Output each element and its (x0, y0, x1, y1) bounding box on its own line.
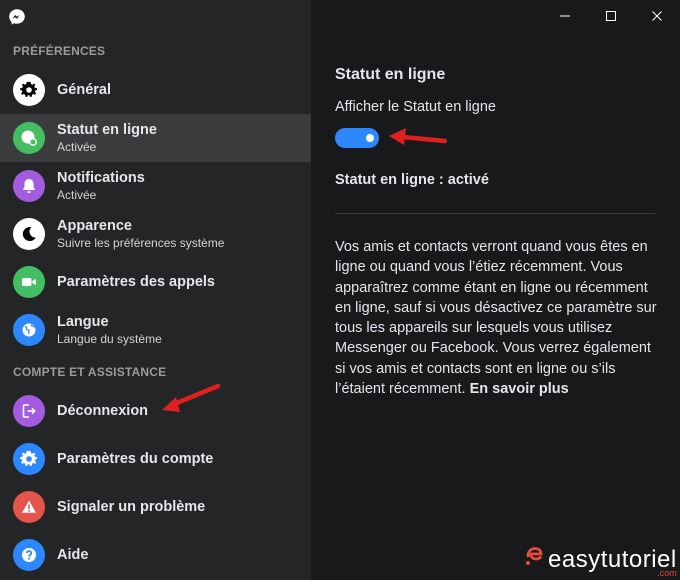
sidebar-item-report-problem[interactable]: Signaler un problème (0, 483, 311, 531)
watermark: easytutoriel .com (524, 538, 677, 578)
toggle-knob (366, 134, 374, 142)
sidebar-item-label: Paramètres du compte (57, 451, 214, 467)
annotation-arrow-icon (162, 383, 221, 412)
sidebar-item-label: Général (57, 82, 111, 98)
video-camera-icon (13, 266, 45, 298)
sidebar-item-appearance[interactable]: Apparence Suivre les préférences système (0, 210, 311, 258)
gear-icon (13, 74, 45, 106)
sidebar-item-sublabel: Activée (57, 188, 97, 202)
warning-icon (13, 491, 45, 523)
description-body: Vos amis et contacts verront quand vous … (335, 239, 657, 398)
toggle-label: Afficher le Statut en ligne (335, 99, 496, 115)
sidebar-item-sublabel: Langue du système (57, 332, 162, 346)
sidebar-item-label: Notifications (57, 170, 145, 186)
logout-icon (13, 395, 45, 427)
sidebar-item-label: Apparence (57, 218, 132, 234)
description-text: Vos amis et contacts verront quand vous … (335, 237, 661, 399)
sidebar-item-label: Paramètres des appels (57, 274, 215, 290)
sidebar-item-account-settings[interactable]: Paramètres du compte (0, 435, 311, 483)
sidebar-item-label: Aide (57, 547, 89, 563)
watermark-suffix: .com (657, 568, 677, 578)
section-account-label: COMPTE ET ASSISTANCE (13, 365, 167, 379)
section-preferences-label: PRÉFÉRENCES (13, 44, 106, 58)
sidebar-item-general[interactable]: Général (0, 66, 311, 114)
sidebar-item-notifications[interactable]: Notifications Activée (0, 162, 311, 210)
sidebar-item-label: Langue (57, 314, 109, 330)
sidebar-item-language[interactable]: Langue Langue du système (0, 306, 311, 354)
sidebar-item-label: Déconnexion (57, 403, 149, 419)
globe-icon (13, 314, 45, 346)
messenger-window: PRÉFÉRENCES Général Statut en ligne Acti… (0, 0, 680, 580)
divider (335, 213, 655, 214)
gear-icon (13, 443, 45, 475)
annotation-arrow-icon (389, 128, 448, 145)
main-panel: Statut en ligne Afficher le Statut en li… (311, 0, 680, 580)
sidebar-item-help[interactable]: Aide (0, 531, 311, 579)
sidebar: PRÉFÉRENCES Général Statut en ligne Acti… (0, 0, 311, 580)
page-title: Statut en ligne (335, 66, 446, 83)
close-icon[interactable] (634, 0, 680, 32)
sidebar-item-label: Signaler un problème (57, 499, 206, 515)
sidebar-item-online-status[interactable]: Statut en ligne Activée (0, 114, 311, 162)
question-icon (13, 539, 45, 571)
sidebar-item-sublabel: Activée (57, 140, 97, 154)
messenger-icon (8, 8, 26, 26)
learn-more-link[interactable]: En savoir plus (470, 381, 569, 397)
online-status-icon (13, 122, 45, 154)
online-status-toggle[interactable] (335, 128, 379, 148)
sidebar-item-label: Statut en ligne (57, 122, 157, 138)
window-controls (542, 0, 680, 32)
watermark-logo-icon (524, 543, 546, 574)
maximize-icon[interactable] (588, 0, 634, 32)
bell-icon (13, 170, 45, 202)
status-text: Statut en ligne : activé (335, 172, 489, 188)
sidebar-item-call-settings[interactable]: Paramètres des appels (0, 258, 311, 306)
moon-icon (13, 218, 45, 250)
minimize-icon[interactable] (542, 0, 588, 32)
sidebar-item-logout[interactable]: Déconnexion (0, 387, 311, 435)
sidebar-item-sublabel: Suivre les préférences système (57, 236, 225, 250)
